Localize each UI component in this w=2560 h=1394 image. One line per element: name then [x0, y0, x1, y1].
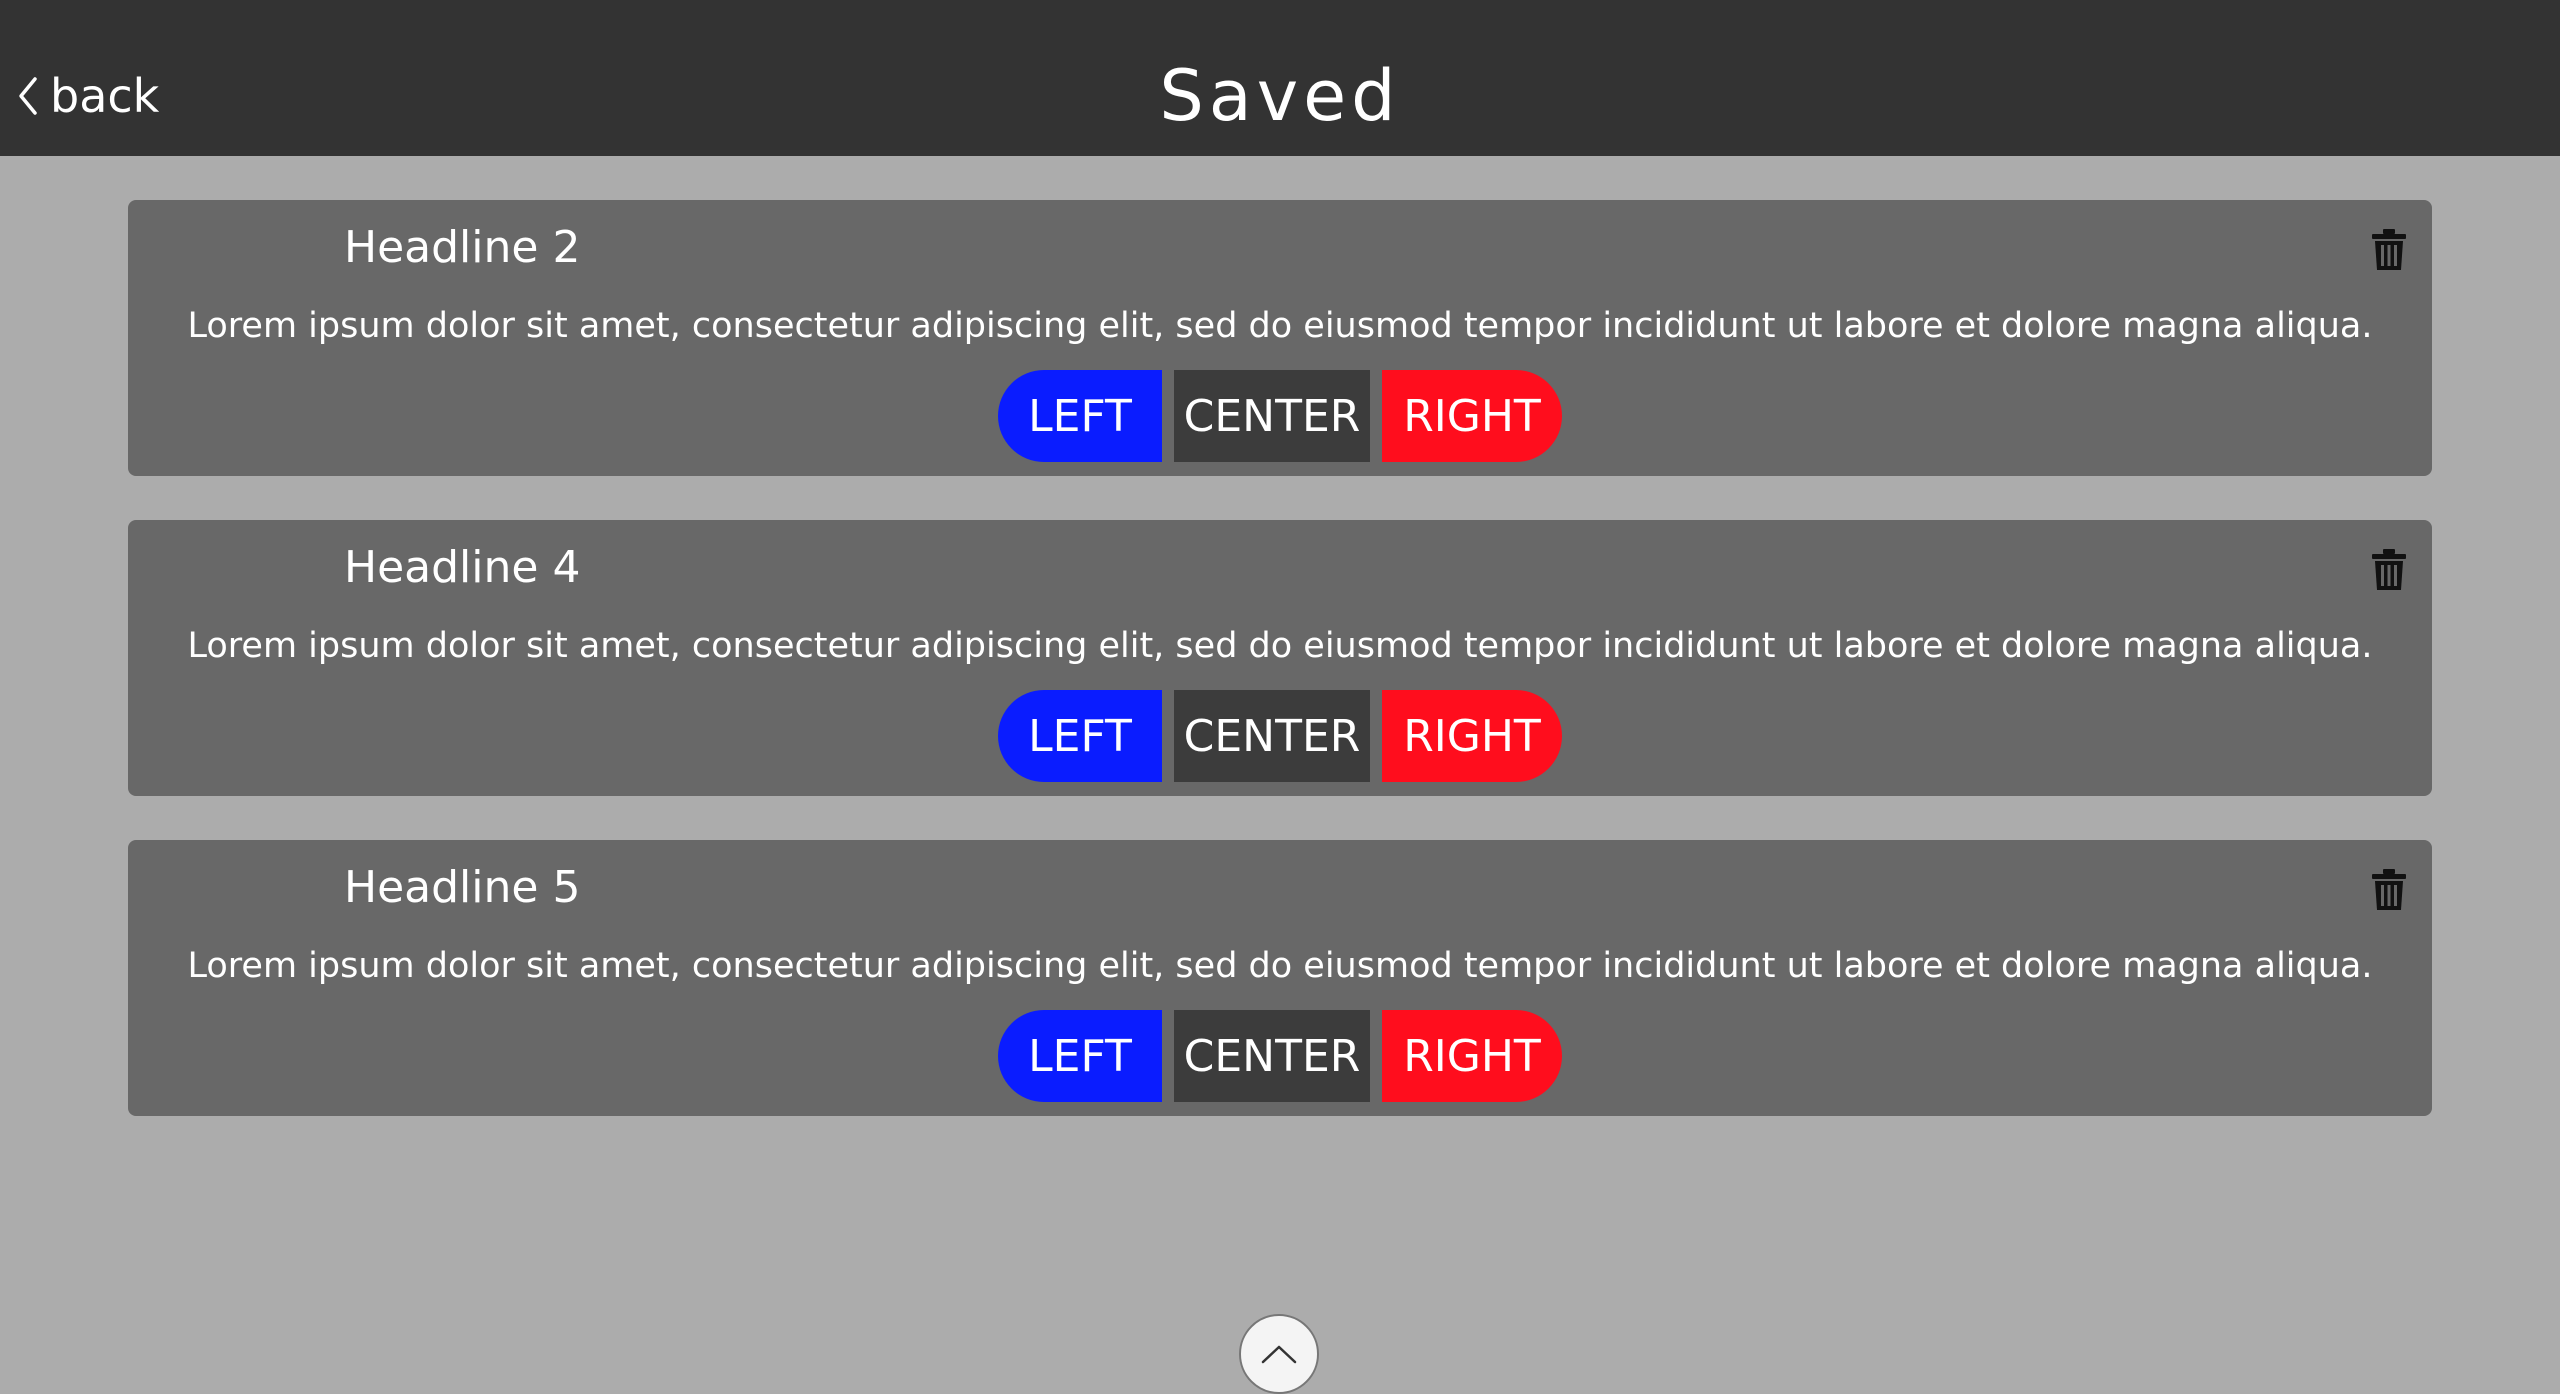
trash-icon[interactable] [2370, 228, 2408, 272]
right-button[interactable]: RIGHT [1382, 1010, 1562, 1102]
center-button[interactable]: CENTER [1174, 370, 1370, 462]
right-button[interactable]: RIGHT [1382, 690, 1562, 782]
card-body: Lorem ipsum dolor sit amet, consectetur … [187, 306, 2373, 346]
center-button[interactable]: CENTER [1174, 1010, 1370, 1102]
center-button[interactable]: CENTER [1174, 690, 1370, 782]
trash-icon[interactable] [2370, 548, 2408, 592]
left-button[interactable]: LEFT [998, 370, 1162, 462]
saved-list: Headline 2 Lorem ipsum dolor sit amet, c… [128, 200, 2432, 1160]
saved-card: Headline 2 Lorem ipsum dolor sit amet, c… [128, 200, 2432, 476]
card-body: Lorem ipsum dolor sit amet, consectetur … [187, 946, 2373, 986]
card-headline: Headline 5 [344, 862, 581, 913]
saved-card: Headline 4 Lorem ipsum dolor sit amet, c… [128, 520, 2432, 796]
button-group: LEFT CENTER RIGHT [128, 370, 2432, 462]
card-headline: Headline 4 [344, 542, 581, 593]
right-button[interactable]: RIGHT [1382, 370, 1562, 462]
chevron-up-icon [1261, 1345, 1297, 1364]
left-button[interactable]: LEFT [998, 1010, 1162, 1102]
button-group: LEFT CENTER RIGHT [128, 690, 2432, 782]
trash-icon[interactable] [2370, 868, 2408, 912]
header-bar: back Saved [0, 0, 2560, 156]
left-button[interactable]: LEFT [998, 690, 1162, 782]
card-headline: Headline 2 [344, 222, 581, 273]
scroll-to-top-button[interactable] [1239, 1314, 1319, 1394]
card-body: Lorem ipsum dolor sit amet, consectetur … [187, 626, 2373, 666]
saved-card: Headline 5 Lorem ipsum dolor sit amet, c… [128, 840, 2432, 1116]
button-group: LEFT CENTER RIGHT [128, 1010, 2432, 1102]
page-title: Saved [1159, 55, 1401, 137]
